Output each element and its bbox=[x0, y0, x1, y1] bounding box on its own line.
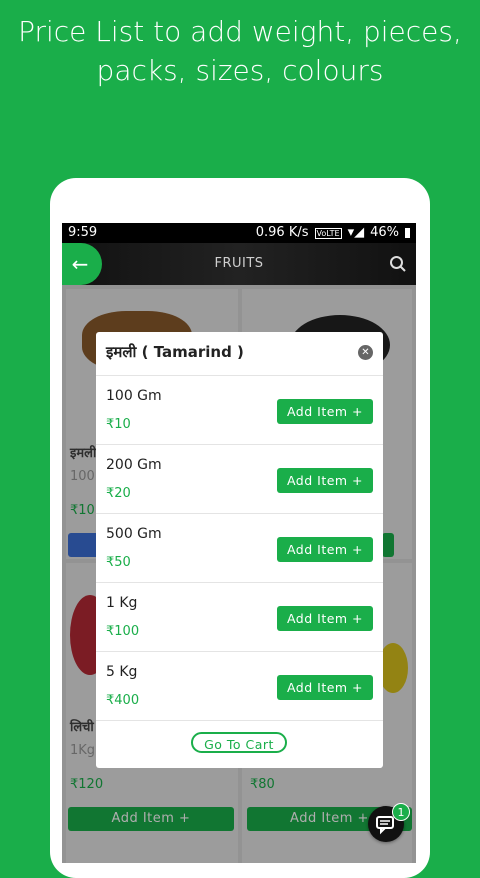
add-item-button[interactable]: Add Item + bbox=[277, 675, 373, 700]
option-size: 500 Gm bbox=[106, 526, 162, 542]
divider bbox=[96, 720, 383, 721]
price-option-row: 200 Gm ₹20 Add Item + bbox=[96, 445, 383, 513]
add-item-button[interactable]: Add Item + bbox=[277, 468, 373, 493]
option-size: 100 Gm bbox=[106, 388, 162, 404]
option-price: ₹10 bbox=[106, 417, 131, 432]
option-price: ₹400 bbox=[106, 693, 140, 708]
add-item-button[interactable]: Add Item + bbox=[277, 537, 373, 562]
option-price: ₹100 bbox=[106, 624, 140, 639]
page-title: FRUITS bbox=[214, 256, 264, 271]
battery-icon bbox=[405, 228, 410, 238]
close-icon[interactable]: ✕ bbox=[358, 345, 373, 360]
option-size: 1 Kg bbox=[106, 595, 138, 611]
option-price: ₹50 bbox=[106, 555, 131, 570]
volte-badge: VoLTE bbox=[314, 227, 342, 239]
price-option-row: 5 Kg ₹400 Add Item + bbox=[96, 652, 383, 720]
go-to-cart-button[interactable]: Go To Cart bbox=[191, 732, 287, 753]
search-icon[interactable] bbox=[388, 254, 408, 274]
option-size: 200 Gm bbox=[106, 457, 162, 473]
promo-line-2: packs, sizes, colours bbox=[96, 54, 384, 87]
price-option-row: 500 Gm ₹50 Add Item + bbox=[96, 514, 383, 582]
cart-count-badge: 1 bbox=[392, 803, 410, 821]
add-item-button[interactable]: Add Item + bbox=[277, 399, 373, 424]
network-speed: 0.96 K/s bbox=[255, 225, 309, 240]
status-time: 9:59 bbox=[68, 225, 98, 240]
add-item-button[interactable]: Add Item + bbox=[277, 606, 373, 631]
battery-level: 46% bbox=[370, 225, 399, 240]
option-size: 5 Kg bbox=[106, 664, 138, 680]
signal-icon: ▾◢ bbox=[347, 225, 365, 240]
price-option-row: 100 Gm ₹10 Add Item + bbox=[96, 376, 383, 444]
status-bar: 9:59 0.96 K/s VoLTE ▾◢ 46% bbox=[62, 223, 416, 243]
dialog-title: इमली ( Tamarind ) bbox=[106, 343, 244, 361]
option-price: ₹20 bbox=[106, 486, 131, 501]
app-bar: ← FRUITS bbox=[62, 243, 416, 285]
promo-line-1: Price List to add weight, pieces, bbox=[18, 15, 462, 48]
promo-banner: Price List to add weight, pieces, packs,… bbox=[0, 12, 480, 90]
price-option-row: 1 Kg ₹100 Add Item + bbox=[96, 583, 383, 651]
price-list-dialog: इमली ( Tamarind ) ✕ 100 Gm ₹10 Add Item … bbox=[96, 332, 383, 768]
